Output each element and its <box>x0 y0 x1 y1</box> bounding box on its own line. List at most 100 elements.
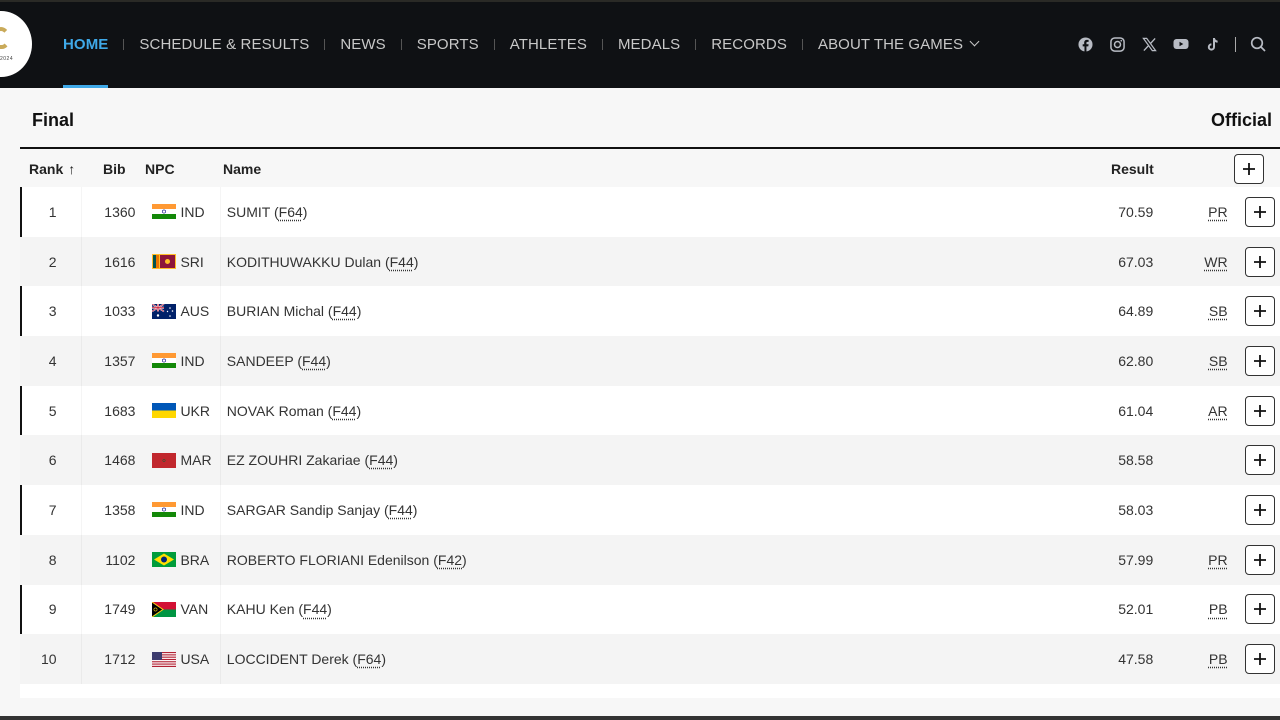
rank-cell: 5 <box>48 402 57 419</box>
record-tag-cell: SB <box>1163 303 1239 319</box>
bib-cell: 1683 <box>80 385 135 436</box>
athlete-name-cell[interactable]: EZ ZOUHRI Zakariae (F44) <box>219 435 1067 486</box>
npc-cell: IND <box>135 336 219 386</box>
athlete-name-cell[interactable]: SUMIT (F64) <box>219 187 1067 237</box>
athlete-name: ROBERTO FLORIANI Edenilson ( <box>226 551 438 568</box>
paralympics-logo[interactable]: 2024 <box>0 11 32 77</box>
record-tag: WR <box>1204 253 1228 270</box>
rank-cell: 9 <box>48 601 57 618</box>
rank-cell: 1 <box>48 203 57 220</box>
record-tag: SB <box>1208 352 1228 369</box>
result-cell: 58.58 <box>1118 452 1154 469</box>
nav-home[interactable]: HOME <box>63 0 109 88</box>
npc-code: BRA <box>180 551 210 568</box>
athlete-name-cell[interactable]: KODITHUWAKKU Dulan (F44) <box>219 236 1067 287</box>
row-accent-bar <box>20 584 22 635</box>
expand-row-button[interactable] <box>1244 196 1275 227</box>
athlete-name: KODITHUWAKKU Dulan ( <box>226 253 390 270</box>
record-tag: PR <box>1208 203 1228 220</box>
npc-cell: SRI <box>135 237 219 287</box>
npc-cell: USA <box>135 634 219 684</box>
tiktok-icon[interactable] <box>1197 34 1229 54</box>
athlete-name-cell[interactable]: SARGAR Sandip Sanjay (F44) <box>219 485 1067 535</box>
expand-row-button[interactable] <box>1244 395 1275 426</box>
athlete-name-cell[interactable]: ROBERTO FLORIANI Edenilson (F42) <box>219 534 1067 585</box>
bib-cell: 1468 <box>80 435 135 486</box>
athlete-name-cell[interactable]: LOCCIDENT Derek (F64) <box>219 634 1067 684</box>
sport-class: F44 <box>332 303 357 320</box>
header-npc: NPC <box>145 160 175 177</box>
x-icon[interactable] <box>1133 34 1165 54</box>
expand-row-button[interactable] <box>1244 246 1275 277</box>
table-footer <box>20 684 1280 698</box>
sport-class-close: ) <box>356 303 362 320</box>
rank-cell: 6 <box>48 452 57 469</box>
expand-row-button[interactable] <box>1244 644 1275 675</box>
bottom-edge <box>0 716 1280 720</box>
expand-row-button[interactable] <box>1244 494 1275 525</box>
sport-class-close: ) <box>412 501 418 518</box>
nav-sports[interactable]: SPORTS <box>417 0 479 88</box>
vanuatu-flag-icon <box>152 601 177 617</box>
youtube-icon[interactable] <box>1165 34 1197 54</box>
expand-all-button[interactable] <box>1234 153 1264 184</box>
table-row: 10 1712 USA LOCCIDENT Derek (F64) 47.58 … <box>20 634 1280 684</box>
npc-cell: IND <box>135 485 219 535</box>
nav-divider <box>123 38 125 50</box>
result-cell: 58.03 <box>1118 501 1154 518</box>
nav-medals[interactable]: MEDALS <box>618 0 680 88</box>
facebook-icon[interactable] <box>1069 34 1101 54</box>
morocco-flag-icon <box>152 452 177 468</box>
expand-row-button[interactable] <box>1244 594 1275 625</box>
npc-code: USA <box>180 651 210 668</box>
record-tag: PB <box>1208 601 1228 618</box>
athlete-name-cell[interactable]: NOVAK Roman (F44) <box>219 385 1067 436</box>
nav-athletes[interactable]: ATHLETES <box>510 0 587 88</box>
expand-row-button[interactable] <box>1244 296 1275 327</box>
rank-cell: 7 <box>48 501 57 518</box>
npc-cell: IND <box>135 187 219 237</box>
record-tag: PB <box>1208 651 1228 668</box>
header-result: Result <box>1111 160 1154 177</box>
sport-class-close: ) <box>393 452 398 469</box>
athlete-name: BURIAN Michal ( <box>226 303 333 320</box>
instagram-icon[interactable] <box>1101 34 1133 54</box>
expand-row-button[interactable] <box>1244 345 1275 376</box>
record-tag: AR <box>1208 402 1228 419</box>
sport-class: F44 <box>332 402 357 419</box>
results-section: Final Official Rank ↑ Bib NPC Name Result… <box>0 88 1280 716</box>
usa-flag-icon <box>152 651 177 667</box>
header-rank[interactable]: Rank ↑ <box>20 161 100 177</box>
athlete-name-cell[interactable]: BURIAN Michal (F44) <box>219 286 1067 337</box>
athlete-name-cell[interactable]: KAHU Ken (F44) <box>219 584 1067 635</box>
nav-divider <box>695 38 697 50</box>
sport-class: F64 <box>357 651 382 668</box>
rank-cell: 4 <box>48 352 57 369</box>
nav-divider <box>601 38 603 50</box>
nav-schedule-results[interactable]: SCHEDULE & RESULTS <box>139 0 309 88</box>
result-cell: 52.01 <box>1118 601 1154 618</box>
search-icon[interactable] <box>1246 34 1270 54</box>
athlete-name: SANDEEP ( <box>226 352 302 369</box>
row-accent-bar <box>20 385 22 436</box>
npc-code: UKR <box>180 402 210 419</box>
table-header: Rank ↑ Bib NPC Name Result <box>20 150 1280 187</box>
expand-row-button[interactable] <box>1244 445 1275 476</box>
sport-class-close: ) <box>326 352 331 369</box>
expand-row-button[interactable] <box>1244 544 1275 575</box>
nav-news[interactable]: NEWS <box>340 0 385 88</box>
sport-class-close: ) <box>327 601 332 618</box>
header-rule <box>20 147 1280 149</box>
nav-records[interactable]: RECORDS <box>711 0 787 88</box>
athlete-name-cell[interactable]: SANDEEP (F44) <box>219 336 1067 386</box>
sport-class: F64 <box>278 203 303 220</box>
sri-lanka-flag-icon <box>152 254 177 270</box>
athlete-name: SUMIT ( <box>226 203 279 220</box>
npc-cell: BRA <box>135 535 219 585</box>
sport-class: F44 <box>388 501 413 518</box>
nav-about-the-games[interactable]: ABOUT THE GAMES <box>818 0 980 88</box>
npc-code: MAR <box>180 452 212 469</box>
header-name: Name <box>223 160 262 177</box>
result-cell: 70.59 <box>1118 203 1154 220</box>
sport-class: F44 <box>369 452 394 469</box>
